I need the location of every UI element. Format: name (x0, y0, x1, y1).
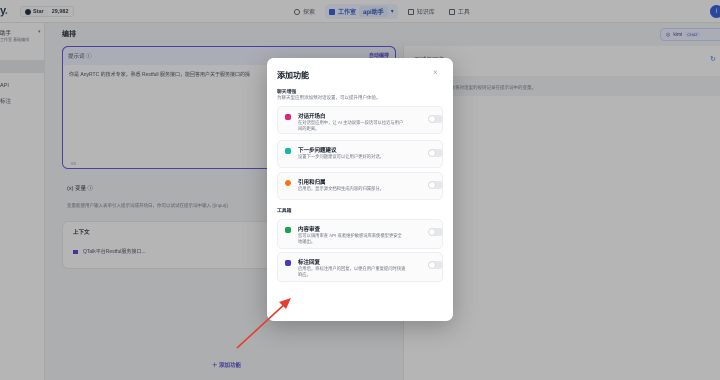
toggle-suggested-questions[interactable] (428, 149, 443, 157)
modal-title: 添加功能 (277, 71, 309, 80)
toggle-opening-statement[interactable] (428, 115, 443, 123)
add-feature-modal: 添加功能 × 聊天增强 为聊天型应用添加预对话设置，可以提升用户体验。 对话开场… (267, 58, 453, 321)
citation-icon (285, 180, 291, 186)
annotation-icon (285, 260, 291, 266)
feature-annotation-reply[interactable]: 标注回复 启用后，将标注用户的回复，以便在用户重复提问时快速响应。 (277, 252, 443, 282)
close-icon[interactable]: × (433, 68, 438, 77)
feature-opening-statement[interactable]: 对话开场白 在对话型应用中，让 AI 主动说第一段话可以拉近与用户间的距离。 (277, 106, 443, 134)
feature-citation[interactable]: 引用和归属 启用后，显示源文档和生成内容的归属部分。 (277, 172, 443, 200)
suggestion-icon (285, 148, 291, 154)
feature-moderation[interactable]: 内容审查 您可以调用审查 API 或者维护敏感词库来使模型更安全地输出。 (277, 219, 443, 249)
toggle-citation[interactable] (428, 181, 443, 189)
toggle-annotation-reply[interactable] (428, 261, 443, 269)
section-toolbox: 工具箱 (277, 209, 292, 214)
section-chat-enhance-desc: 为聊天型应用添加预对话设置，可以提升用户体验。 (277, 95, 381, 100)
toggle-moderation[interactable] (428, 228, 443, 236)
section-chat-enhance: 聊天增强 (277, 90, 297, 95)
feature-suggested-questions[interactable]: 下一步问题建议 设置下一步问题建议可以让用户更好的对话。 (277, 140, 443, 168)
shield-icon (285, 227, 291, 233)
chat-bubble-icon (285, 114, 291, 120)
